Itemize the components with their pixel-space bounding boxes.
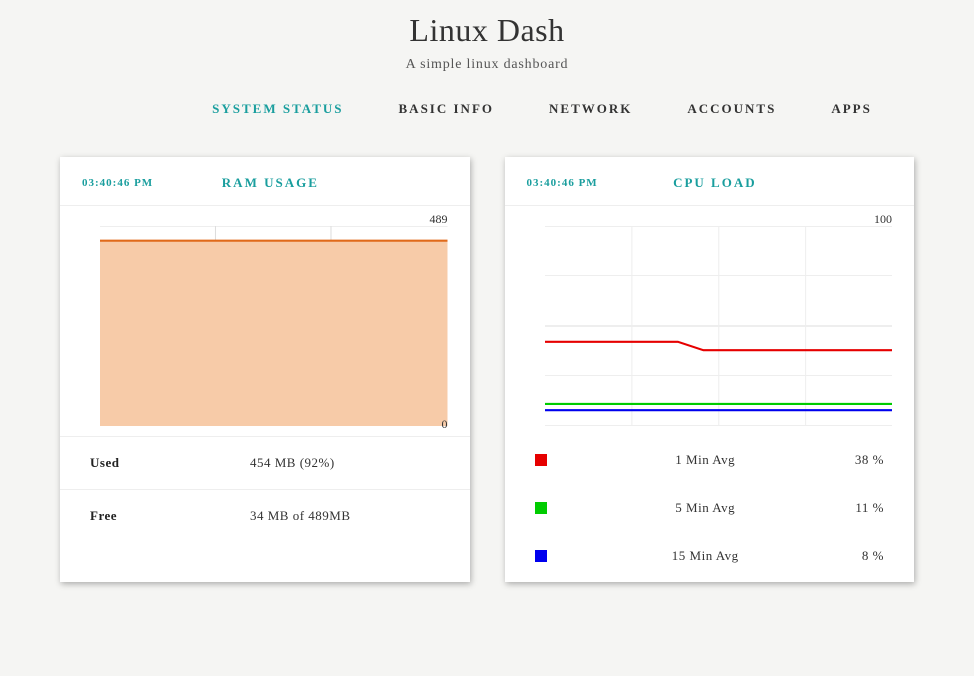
- ram-timestamp: 03:40:46 PM: [82, 177, 153, 189]
- header: Linux Dash A simple linux dashboard: [0, 0, 974, 73]
- cpu-chart: 100: [545, 226, 893, 426]
- ram-free-label: Free: [90, 508, 190, 524]
- ram-card-header: 03:40:46 PM RAM USAGE: [60, 157, 470, 206]
- cpu-legend-1min: 1 Min Avg 38 %: [505, 436, 915, 484]
- ram-usage-card: 03:40:46 PM RAM USAGE 489 0 Used 454 MB …: [60, 157, 470, 582]
- tab-apps[interactable]: APPS: [831, 101, 872, 117]
- cpu-card-title: CPU LOAD: [598, 175, 892, 191]
- legend-5min-value: 11 %: [824, 500, 884, 516]
- ram-used-row: Used 454 MB (92%): [60, 436, 470, 489]
- cpu-legend-5min: 5 Min Avg 11 %: [505, 484, 915, 532]
- cpu-legend-15min: 15 Min Avg 8 %: [505, 532, 915, 580]
- tab-system-status[interactable]: SYSTEM STATUS: [212, 101, 343, 117]
- ram-chart-svg: [100, 226, 448, 426]
- ram-free-value: 34 MB of 489MB: [190, 508, 440, 524]
- cpu-card-header: 03:40:46 PM CPU LOAD: [505, 157, 915, 206]
- swatch-15min: [535, 550, 547, 562]
- swatch-5min: [535, 502, 547, 514]
- ram-card-title: RAM USAGE: [153, 175, 447, 191]
- cpu-chart-svg: [545, 226, 893, 426]
- card-container: 03:40:46 PM RAM USAGE 489 0 Used 454 MB …: [0, 117, 974, 582]
- page-title: Linux Dash: [0, 12, 974, 49]
- legend-5min-label: 5 Min Avg: [557, 500, 825, 516]
- ram-chart: 489 0: [100, 226, 448, 426]
- cpu-y-max: 100: [874, 212, 892, 227]
- nav-tabs: SYSTEM STATUS BASIC INFO NETWORK ACCOUNT…: [0, 101, 974, 117]
- legend-1min-value: 38 %: [824, 452, 884, 468]
- legend-15min-value: 8 %: [824, 548, 884, 564]
- page-subtitle: A simple linux dashboard: [0, 57, 974, 73]
- cpu-load-card: 03:40:46 PM CPU LOAD 100: [505, 157, 915, 582]
- cpu-timestamp: 03:40:46 PM: [527, 177, 598, 189]
- swatch-1min: [535, 454, 547, 466]
- tab-basic-info[interactable]: BASIC INFO: [399, 101, 495, 117]
- tab-accounts[interactable]: ACCOUNTS: [687, 101, 776, 117]
- legend-15min-label: 15 Min Avg: [557, 548, 825, 564]
- ram-used-value: 454 MB (92%): [190, 455, 440, 471]
- ram-used-label: Used: [90, 455, 190, 471]
- legend-1min-label: 1 Min Avg: [557, 452, 825, 468]
- ram-y-max: 489: [430, 212, 448, 227]
- tab-network[interactable]: NETWORK: [549, 101, 632, 117]
- ram-y-min: 0: [442, 417, 448, 432]
- ram-free-row: Free 34 MB of 489MB: [60, 489, 470, 542]
